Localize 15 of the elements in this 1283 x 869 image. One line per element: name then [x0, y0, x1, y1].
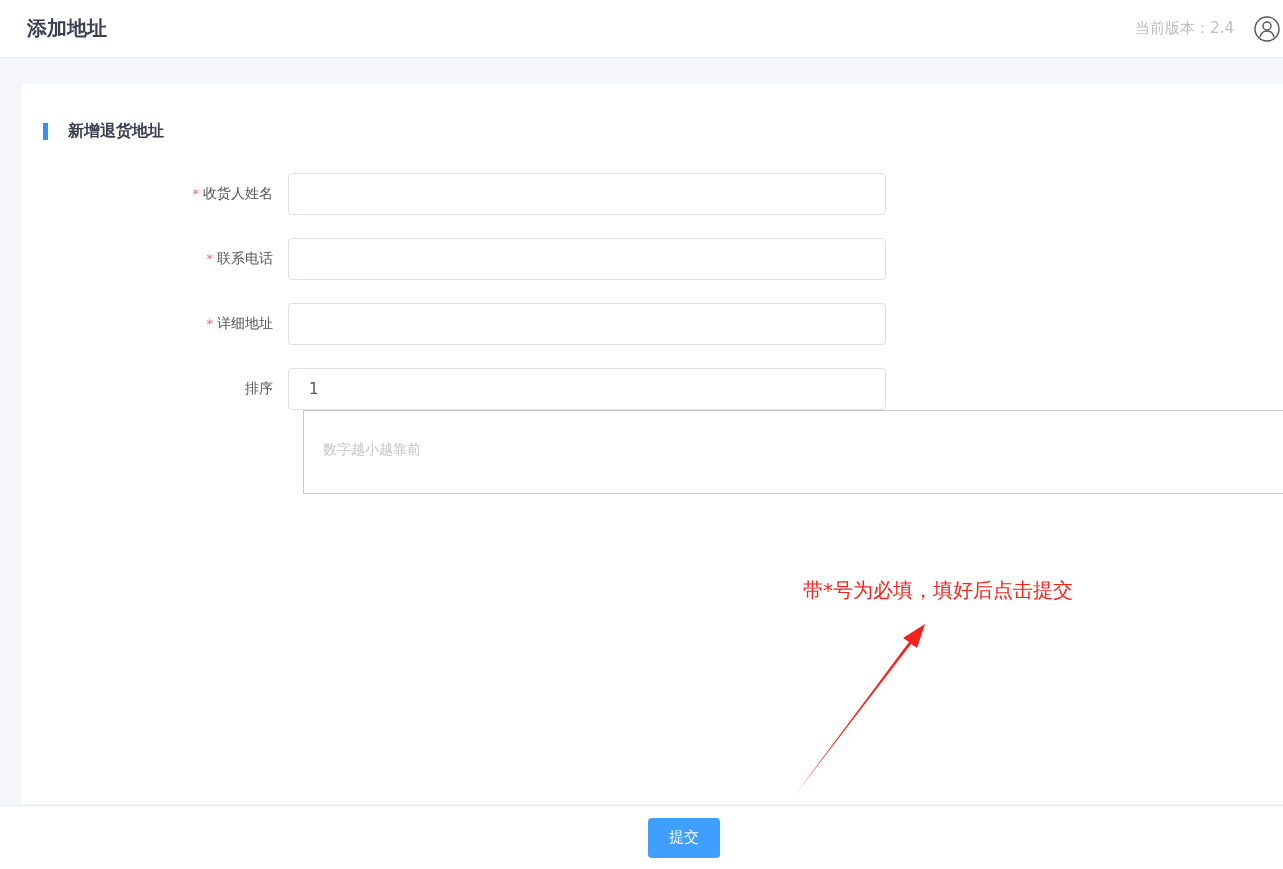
page-title: 添加地址 [27, 15, 108, 42]
user-icon[interactable] [1254, 15, 1280, 42]
field-label: * 详细地址 [205, 315, 274, 333]
section-title: 新增退货地址 [68, 121, 164, 142]
input-field[interactable]: 1 [288, 368, 886, 410]
version-label: 当前版本：2.4 [1135, 19, 1234, 38]
input-field[interactable] [288, 303, 886, 345]
section-marker [43, 123, 48, 140]
input-field[interactable] [288, 173, 886, 215]
field-label: 排序 [244, 380, 274, 398]
field-label: * 联系电话 [205, 250, 274, 268]
input-field[interactable] [288, 238, 886, 280]
hint-field[interactable]: 数字越小越靠前 [303, 410, 1283, 494]
annotation-text: 带*号为必填，填好后点击提交 [803, 577, 1073, 604]
field-label: * 收货人姓名 [191, 185, 274, 203]
